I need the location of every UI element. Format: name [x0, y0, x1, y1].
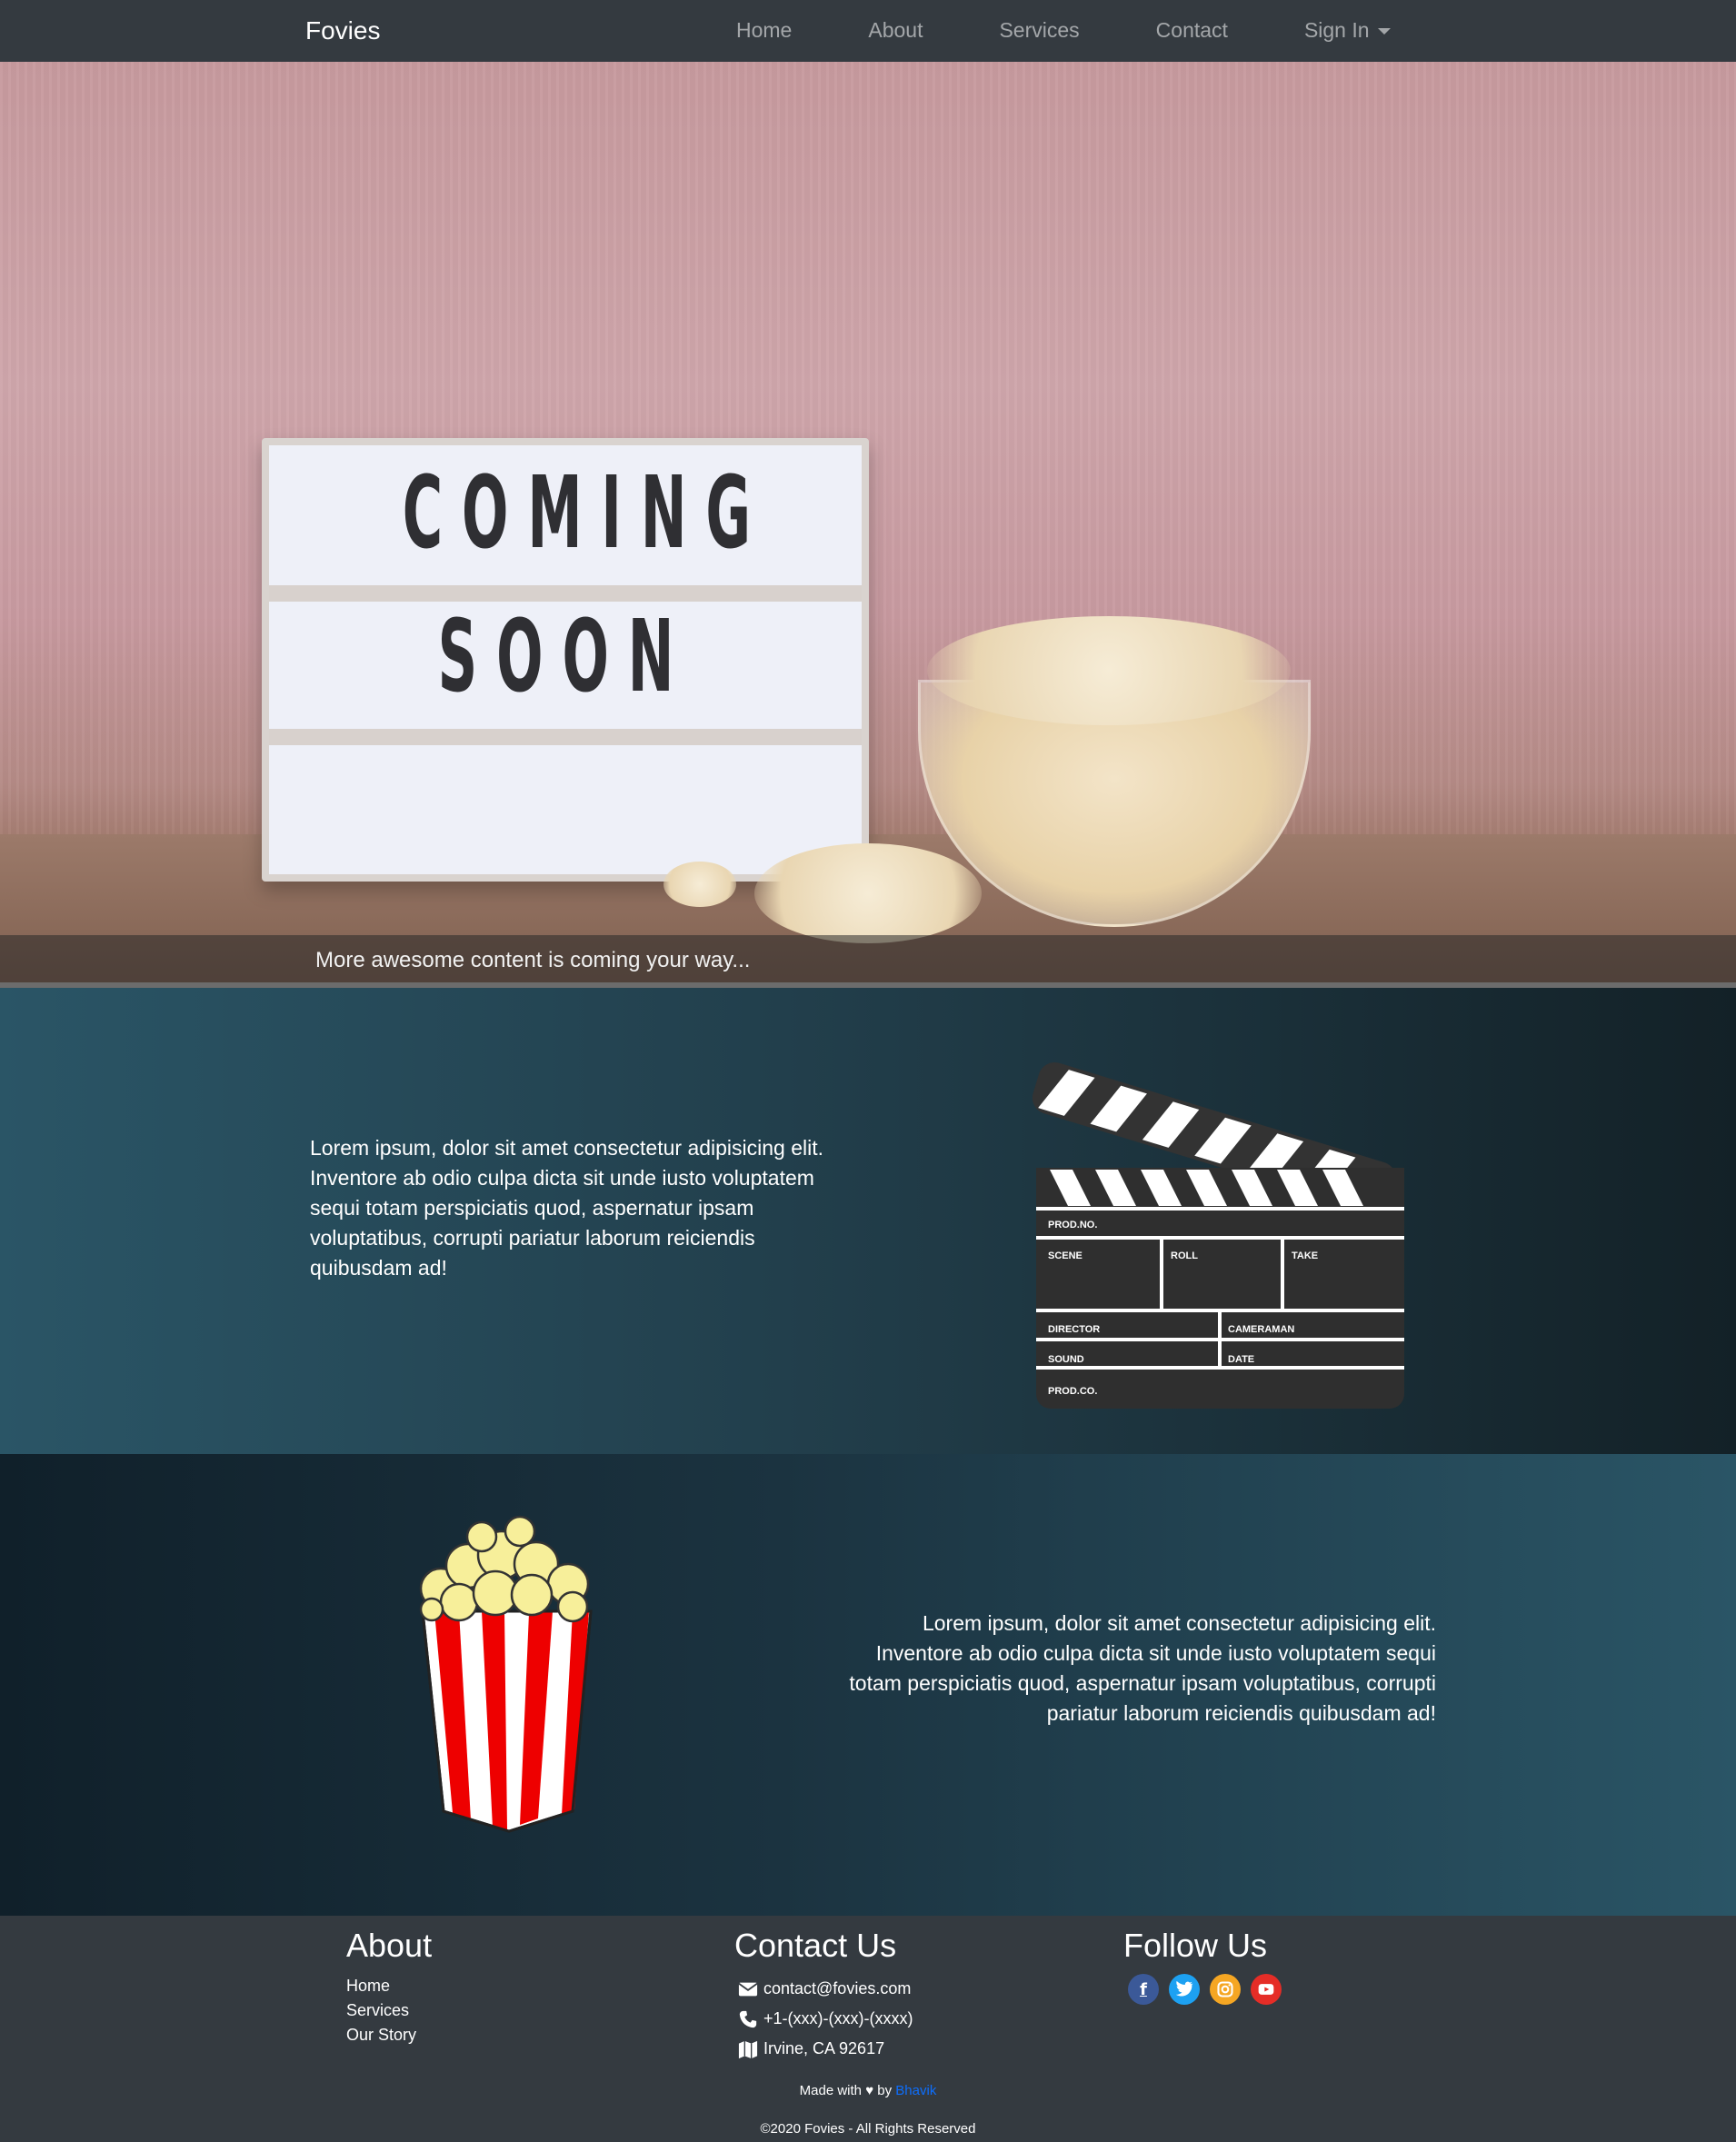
nav-contact[interactable]: Contact	[1156, 18, 1228, 43]
contact-address: Irvine, CA 92617	[763, 2039, 885, 2057]
phone-icon	[739, 2010, 757, 2027]
lightbox-rail	[269, 729, 862, 745]
clapperboard-image: PROD.NO. SCENE ROLL TAKE DIRECTOR CAMERA…	[1032, 1061, 1404, 1409]
contact-phone-row: +1-(xxx)-(xxx)-(xxxx)	[734, 2004, 913, 2034]
nav-links: Home About Services Contact Sign In	[698, 18, 1429, 43]
clapper-label: CAMERAMAN	[1228, 1324, 1294, 1335]
clapper-label: PROD.NO.	[1048, 1220, 1097, 1230]
nav-home[interactable]: Home	[736, 18, 792, 43]
popcorn-box-image	[419, 1515, 593, 1833]
envelope-icon	[738, 1982, 758, 1996]
clapper-label: ROLL	[1171, 1250, 1198, 1261]
footer-link-services[interactable]: Services	[346, 1998, 432, 2023]
youtube-icon[interactable]	[1251, 1974, 1282, 2005]
contact-email[interactable]: contact@fovies.com	[763, 1979, 911, 1998]
coming-soon-lightbox: COMING SOON	[262, 438, 869, 882]
feature-section-1: Lorem ipsum, dolor sit amet consectetur …	[0, 988, 1736, 1454]
clapper-label: SOUND	[1048, 1354, 1084, 1365]
author-link[interactable]: Bhavik	[895, 2083, 936, 2098]
footer-link-our-story[interactable]: Our Story	[346, 2023, 432, 2047]
signin-label: Sign In	[1303, 18, 1370, 42]
made-by: by	[877, 2083, 893, 2098]
hero-caption-bar: More awesome content is coming your way.…	[0, 935, 1736, 986]
brand-logo[interactable]: Fovies	[305, 16, 380, 45]
navbar: Fovies Home About Services Contact Sign …	[0, 0, 1736, 62]
hero-banner: COMING SOON	[0, 62, 1736, 986]
feature-section-2: Lorem ipsum, dolor sit amet consectetur …	[0, 1454, 1736, 1916]
sign-line-2: SOON	[437, 598, 693, 714]
copyright: ©2020 Fovies - All Rights Reserved	[760, 2121, 976, 2137]
footer-contact-title: Contact Us	[734, 1927, 897, 1964]
contact-address-row: Irvine, CA 92617	[734, 2034, 913, 2064]
contact-phone: +1-(xxx)-(xxx)-(xxxx)	[763, 2009, 913, 2027]
heart-icon: ♥	[865, 2083, 874, 2098]
caret-down-icon	[1377, 28, 1391, 35]
nav-signin-dropdown[interactable]: Sign In	[1304, 18, 1391, 43]
feature-text-2: Lorem ipsum, dolor sit amet consectetur …	[849, 1611, 1436, 1725]
popcorn-top	[927, 616, 1291, 725]
spilled-popcorn	[663, 862, 736, 907]
instagram-icon[interactable]	[1210, 1974, 1241, 2005]
sign-line-1: COMING	[402, 454, 770, 571]
map-icon	[738, 2040, 758, 2058]
made-prefix: Made with	[799, 2083, 863, 2098]
clapper-label: DATE	[1228, 1354, 1254, 1365]
footer-follow: Follow Us f	[1123, 1927, 1292, 2005]
footer-about: About Home Services Our Story	[346, 1927, 432, 2047]
clapper-label: SCENE	[1048, 1250, 1083, 1261]
twitter-icon[interactable]	[1169, 1974, 1200, 2005]
footer-contact: Contact Us contact@fovies.com +1-(xxx)-(…	[734, 1927, 913, 2064]
clapper-label: TAKE	[1292, 1250, 1318, 1261]
feature-text-1: Lorem ipsum, dolor sit amet consectetur …	[310, 1136, 824, 1280]
footer: About Home Services Our Story Contact Us…	[0, 1916, 1736, 2142]
social-icons: f	[1128, 1974, 1292, 2005]
facebook-icon[interactable]: f	[1128, 1974, 1159, 2005]
footer-link-home[interactable]: Home	[346, 1974, 432, 1998]
clapper-label: PROD.CO.	[1048, 1386, 1097, 1397]
footer-follow-title: Follow Us	[1123, 1927, 1268, 1964]
hero-caption: More awesome content is coming your way.…	[315, 948, 751, 972]
footer-about-title: About	[346, 1927, 433, 1964]
nav-about[interactable]: About	[868, 18, 923, 43]
made-with-line: Made with ♥ by Bhavik	[0, 2083, 1736, 2098]
contact-email-row: contact@fovies.com	[734, 1974, 913, 2004]
nav-services[interactable]: Services	[999, 18, 1079, 43]
spilled-popcorn	[754, 843, 982, 943]
clapper-label: DIRECTOR	[1048, 1324, 1100, 1335]
